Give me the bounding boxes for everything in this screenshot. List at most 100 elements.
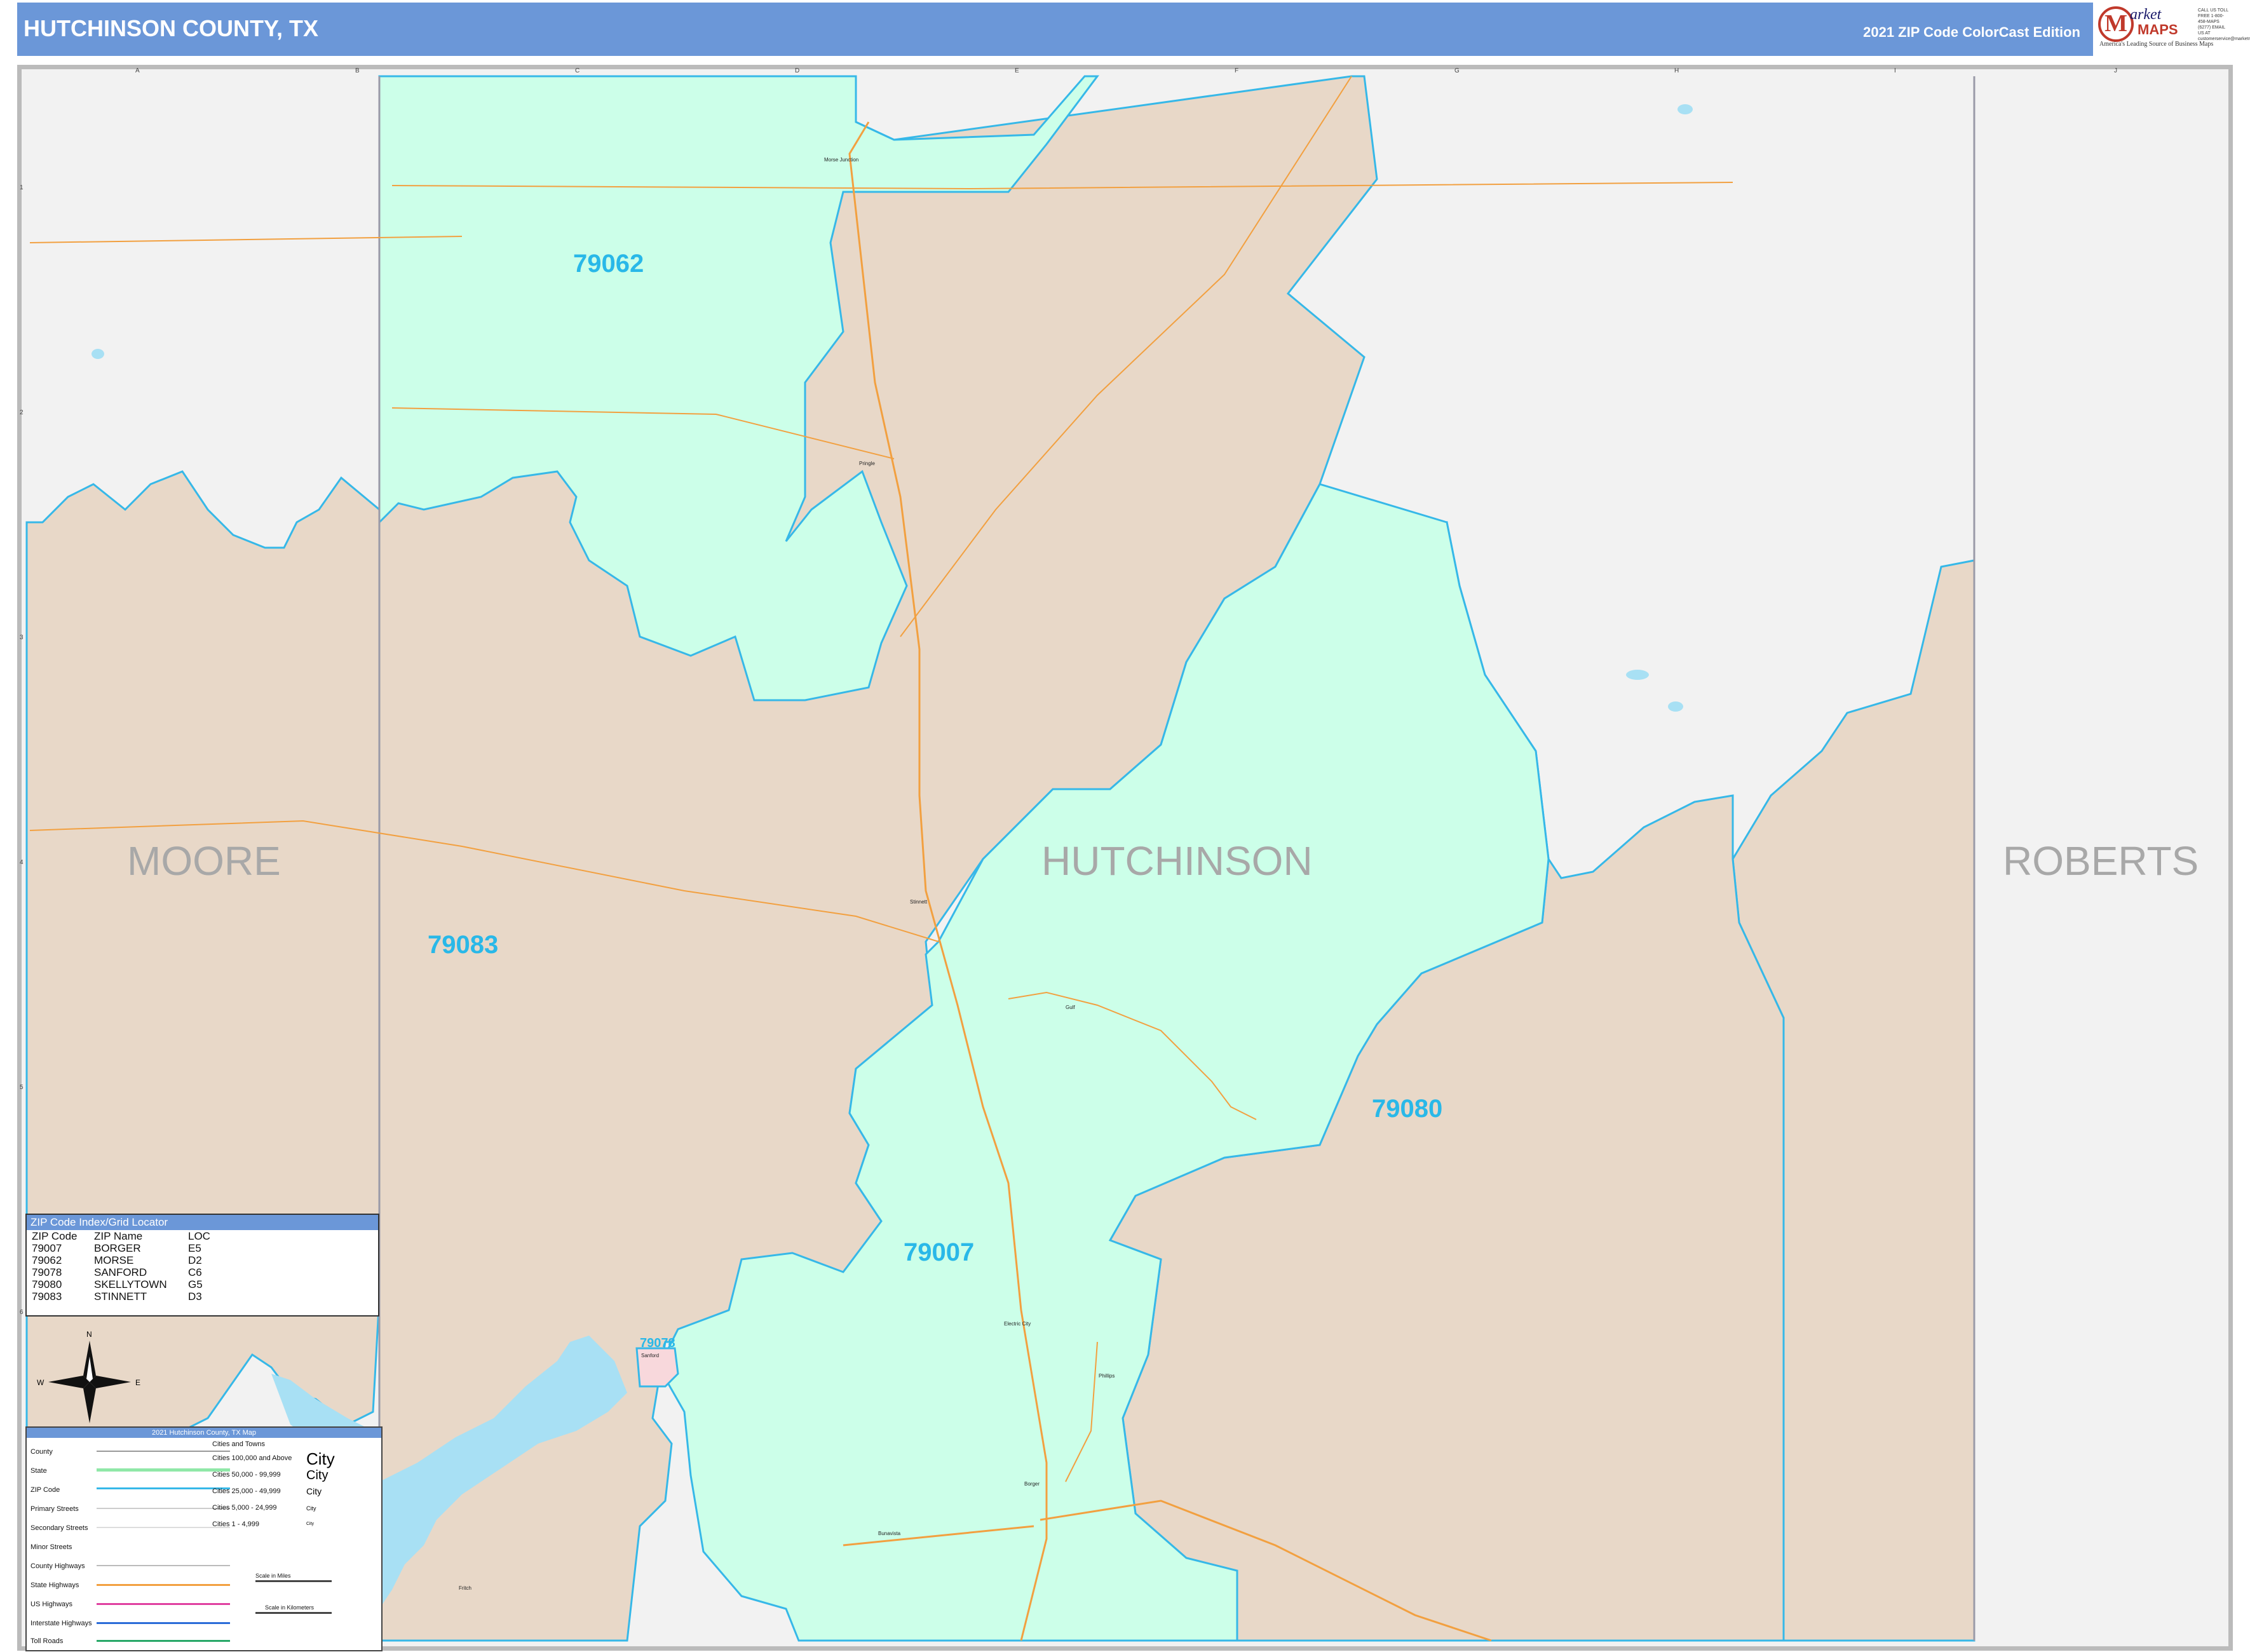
zip-index-col-name: ZIP Name [94,1230,143,1242]
pond-3 [1668,701,1683,712]
zip-label-79080: 79080 [1372,1095,1442,1123]
map-title: HUTCHINSON COUNTY, TX [24,15,319,41]
county-label-hutchinson: HUTCHINSON [1041,838,1313,884]
grid-number-1: 1 [20,184,24,191]
zip-loc: D2 [188,1254,202,1266]
zip-code: 79080 [32,1278,62,1290]
edition-label: 2021 ZIP Code ColorCast Edition [1863,24,2080,40]
legend-county-hwy-line [97,1565,230,1566]
legend-scale-km-bar [255,1612,332,1614]
zip-name: SANFORD [94,1266,147,1278]
county-label-roberts: ROBERTS [2003,838,2199,884]
legend-city-size-4: Cities 5,000 - 24,999 [212,1504,277,1512]
logo-brand-top: arket [2130,6,2162,23]
zip-code: 79062 [32,1254,62,1266]
compass-west-arrow [48,1376,90,1388]
place-fritch: Fritch [459,1585,471,1591]
legend-zip-line [97,1487,230,1489]
zip-loc: D3 [188,1290,202,1303]
zip-code: 79078 [32,1266,62,1278]
grid-letter-d: D [795,67,799,74]
legend-us-hwy-line [97,1603,230,1605]
grid-letter-a: A [135,67,140,74]
legend-minor: Minor Streets [30,1543,72,1551]
zip-index-row: 79062 MORSE D2 [29,1254,213,1266]
market-maps-logo[interactable]: M arket MAPS America's Leading Source of… [2093,3,2250,56]
zip-index-header-row: ZIP Code ZIP Name LOC [29,1230,213,1242]
grid-letter-g: G [1454,67,1460,74]
legend-title: 2021 Hutchinson County, TX Map [27,1428,381,1438]
legend-city-sample-5: City [306,1522,315,1526]
legend-scale-km: Scale in Kilometers [265,1604,315,1611]
grid-letter-j: J [2114,67,2117,74]
compass-e: E [135,1378,140,1387]
grid-letter-f: F [1235,67,1238,74]
legend-interstate-line [97,1622,230,1624]
logo-contact: CALL US TOLL FREE 1-800-458-MAPS (6277) … [2198,8,2250,41]
legend-city-size-3: Cities 25,000 - 49,999 [212,1487,281,1495]
zip-index-row: 79078 SANFORD C6 [29,1266,213,1278]
compass-n: N [86,1330,92,1339]
grid-number-5: 5 [20,1084,24,1091]
logo-m-icon: M [2098,6,2134,42]
legend-scale-miles-bar [255,1580,332,1582]
zip-index-col-loc: LOC [188,1230,210,1242]
header-bar: HUTCHINSON COUNTY, TX 2021 ZIP Code Colo… [17,3,2250,56]
legend-scale-miles: Scale in Miles [255,1573,291,1579]
grid-letter-e: E [1015,67,1019,74]
grid-letter-b: B [355,67,360,74]
legend-primary-line [97,1508,230,1509]
legend-primary: Primary Streets [30,1505,79,1513]
compass-south-arrow [83,1382,96,1423]
zip-loc: C6 [188,1266,202,1278]
grid-number-6: 6 [20,1309,24,1316]
legend-zip: ZIP Code [30,1486,60,1494]
legend-interstate: Interstate Highways [30,1620,92,1627]
place-stinnett: Stinnett [910,899,928,905]
legend-state: State [30,1467,47,1475]
zip-label-79078: 79078 [640,1336,675,1350]
grid-number-4: 4 [20,859,24,866]
legend-city-sample-1: City [306,1449,335,1468]
legend-toll-line [97,1640,230,1642]
legend-city-size-2: Cities 50,000 - 99,999 [212,1471,281,1479]
zip-label-79007: 79007 [904,1238,974,1266]
logo-tagline: America's Leading Source of Business Map… [2099,41,2214,48]
legend-toll: Toll Roads [30,1637,64,1645]
legend-city-sample-4: City [306,1505,316,1512]
zip-code-map[interactable]: MOORE HUTCHINSON ROBERTS 79062 79083 790… [17,65,2233,1651]
logo-brand-bottom: MAPS [2138,22,2178,37]
legend-secondary: Secondary Streets [30,1524,88,1532]
legend-state-line [97,1468,230,1472]
place-morse-junction: Morse Junction [824,157,858,163]
zip-code: 79007 [32,1242,62,1254]
zip-index-title: ZIP Code Index/Grid Locator [27,1215,378,1230]
grid-number-3: 3 [20,634,24,641]
compass-east-arrow [90,1376,131,1388]
legend-city-size-5: Cities 1 - 4,999 [212,1520,259,1528]
zip-label-79083: 79083 [428,931,498,959]
grid-letter-c: C [575,67,579,74]
map-frame[interactable]: MOORE HUTCHINSON ROBERTS 79062 79083 790… [17,65,2233,1651]
legend-secondary-line [97,1527,230,1528]
zip-loc: E5 [188,1242,201,1254]
legend-city-sample-3: City [306,1486,322,1496]
legend-city-size-1: Cities 100,000 and Above [212,1454,292,1462]
pond-4 [1677,104,1693,114]
legend-county-hwy: County Highways [30,1562,85,1570]
pond-1 [91,349,104,359]
zip-index-row: 79083 STINNETT D3 [29,1290,213,1303]
zip-index-row: 79080 SKELLYTOWN G5 [29,1278,213,1290]
place-bunavista: Bunavista [878,1531,901,1536]
legend-us-hwy: US Highways [30,1601,73,1608]
legend-state-hwy: State Highways [30,1581,79,1589]
place-gulf: Gulf [1066,1005,1075,1010]
zip-index-panel: ZIP Code Index/Grid Locator ZIP Code ZIP… [25,1214,379,1317]
zip-name: BORGER [94,1242,141,1254]
grid-number-2: 2 [20,409,24,416]
zip-index-row: 79007 BORGER E5 [29,1242,213,1254]
zip-index-col-zip: ZIP Code [32,1230,78,1242]
compass-w: W [37,1378,44,1387]
place-pringle: Pringle [859,461,875,466]
map-legend: 2021 Hutchinson County, TX Map Cities an… [25,1426,383,1651]
